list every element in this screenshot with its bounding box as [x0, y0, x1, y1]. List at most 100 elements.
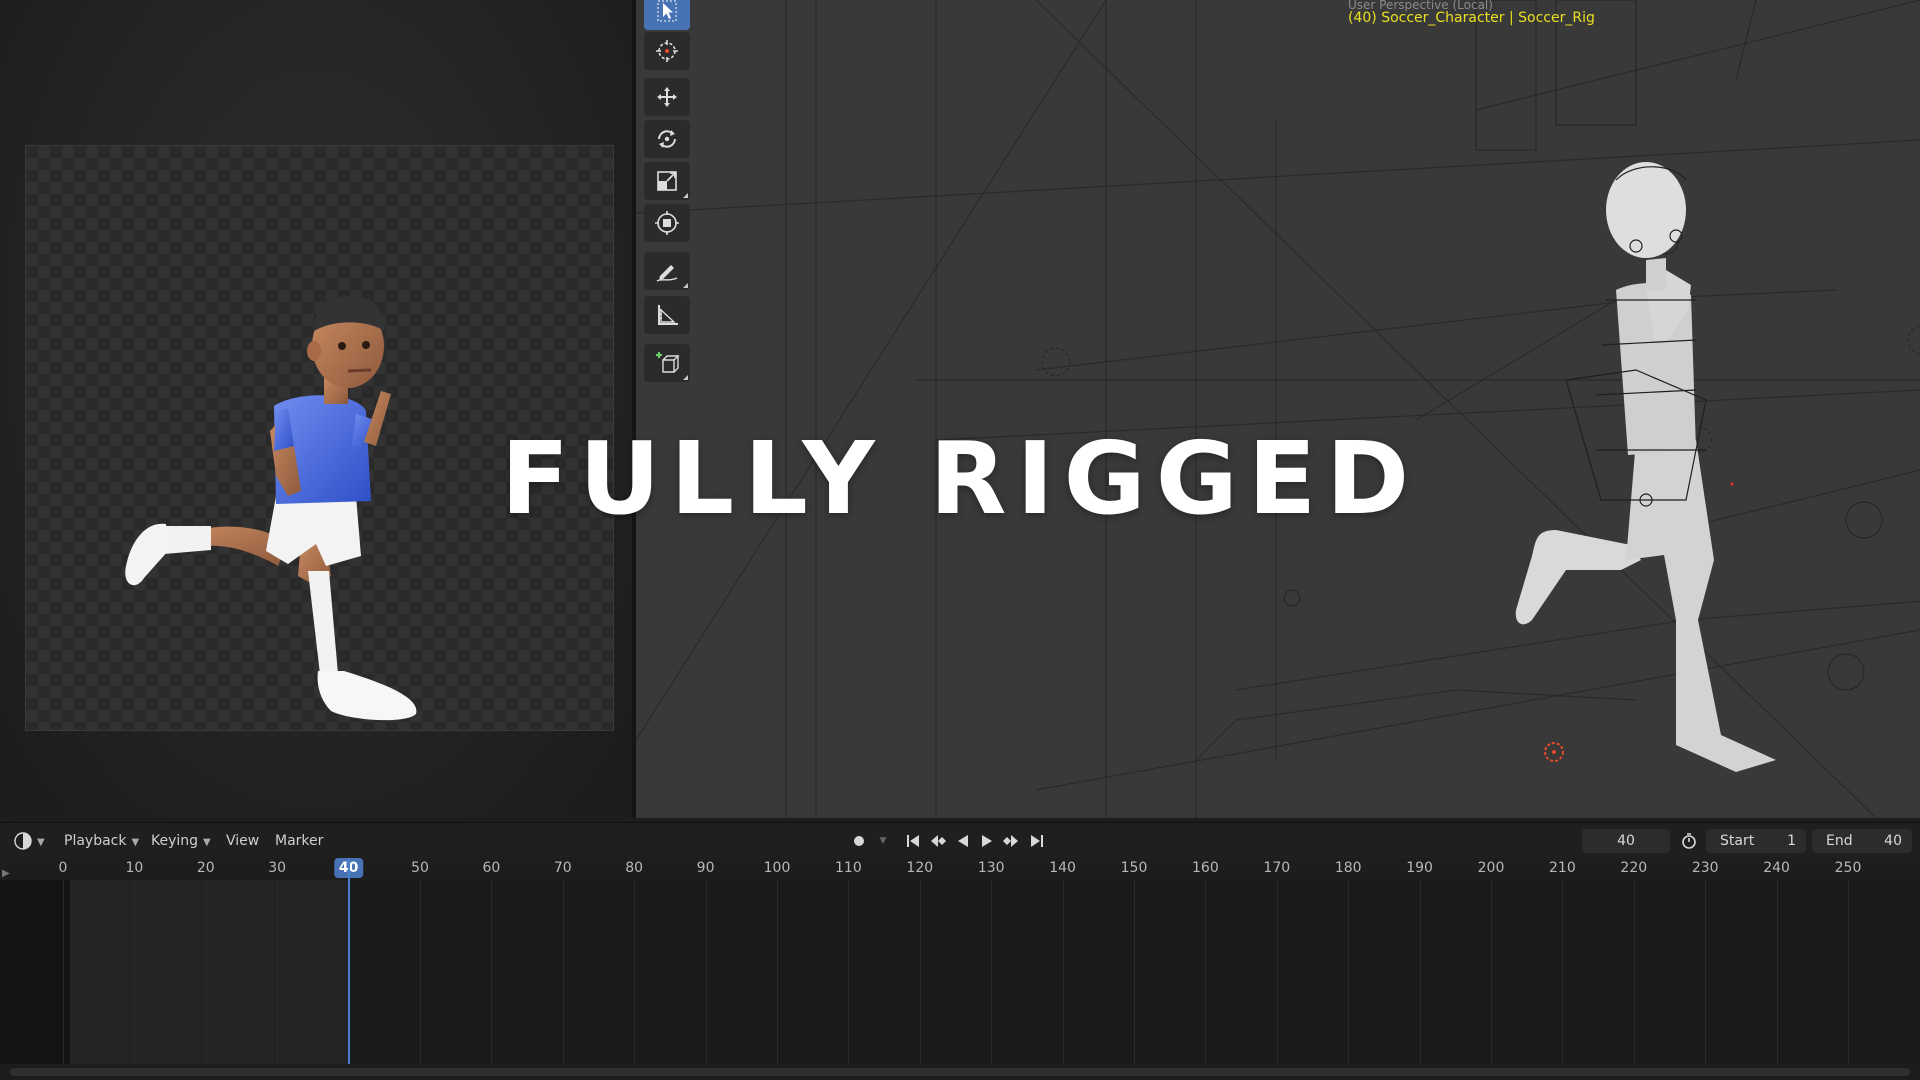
cursor-tool[interactable] — [644, 32, 690, 70]
current-frame-field[interactable]: 40 — [1582, 829, 1670, 853]
end-frame-value: 40 — [1884, 833, 1902, 849]
timeline-grid-line — [205, 880, 207, 1064]
3d-viewport[interactable]: User Perspective (Local) (40) Soccer_Cha… — [636, 0, 1920, 818]
frame-tick-label: 250 — [1834, 860, 1862, 876]
playhead[interactable] — [347, 858, 350, 1080]
timeline-grid-line — [1705, 880, 1707, 1064]
frame-tick-label: 80 — [625, 860, 644, 876]
editor-type-menu[interactable]: ▼ — [14, 823, 45, 859]
frame-tick-label: 90 — [696, 860, 715, 876]
start-frame-value: 1 — [1787, 833, 1796, 849]
jump-to-prev-keyframe-button[interactable] — [927, 832, 949, 850]
timeline-grid-line — [1848, 880, 1849, 1064]
out-of-range-shade — [0, 880, 71, 1064]
add-cube-icon — [656, 352, 680, 373]
scale-tool[interactable] — [644, 162, 690, 200]
timeline-grid-line — [1776, 880, 1778, 1064]
record-icon — [854, 836, 864, 846]
scrollbar-thumb[interactable] — [10, 1068, 1910, 1076]
timeline-header: ▼ Playback ▼ Keying ▼ View Marker ▼ 40 S… — [0, 822, 1920, 859]
timeline-grid-line — [1491, 880, 1492, 1064]
frame-tick-label: 60 — [482, 860, 501, 876]
wireframe-rig-scene — [636, 0, 1920, 818]
frame-tick-label: 240 — [1763, 860, 1790, 876]
chevron-down-icon: ▼ — [203, 837, 211, 848]
frame-tick-label: 170 — [1263, 860, 1291, 876]
frame-tick-label: 20 — [196, 860, 215, 876]
viewport-view-name: User Perspective (Local) — [1348, 0, 1493, 12]
timeline-grid-line — [991, 880, 993, 1064]
stopwatch-icon — [1682, 833, 1696, 849]
play-button[interactable] — [976, 832, 998, 850]
chevron-down-icon: ▼ — [37, 837, 45, 848]
timeline-grid-line — [1205, 880, 1207, 1064]
frame-tick-label: 0 — [58, 860, 68, 876]
jump-to-next-keyframe-button[interactable] — [1000, 832, 1022, 850]
timeline-keyframe-area[interactable] — [0, 880, 1920, 1064]
timeline-grid-line — [562, 880, 564, 1064]
frame-ruler[interactable]: 0102030405060708090100110120130140150160… — [0, 858, 1920, 880]
select-box-tool[interactable] — [644, 0, 690, 30]
jump-to-end-button[interactable] — [1026, 832, 1048, 850]
frame-tick-label: 220 — [1620, 860, 1648, 876]
menu-marker[interactable]: Marker — [275, 823, 323, 859]
menu-view-label: View — [226, 833, 260, 849]
timeline-grid-line — [1562, 880, 1564, 1064]
jump-to-start-icon — [907, 835, 919, 847]
play-reverse-icon — [958, 835, 968, 847]
frame-tick-label: 50 — [411, 860, 429, 876]
jump-to-start-button[interactable] — [902, 832, 924, 850]
ruler-measure-icon — [658, 305, 678, 325]
end-frame-label: End — [1826, 833, 1853, 849]
current-frame-value: 40 — [1617, 833, 1635, 849]
frame-tick-label: 180 — [1334, 860, 1362, 876]
render-preview-panel — [0, 0, 632, 818]
play-icon — [982, 835, 992, 847]
rotate-icon — [658, 130, 676, 148]
3d-cursor-icon — [656, 40, 678, 62]
transform-icon — [655, 211, 679, 235]
chevron-left-icon: ▶ — [2, 868, 10, 879]
jump-to-keyframe-prev-icon — [931, 835, 946, 847]
frame-tick-label: 210 — [1549, 860, 1576, 876]
timeline-grid-line — [134, 880, 136, 1064]
select-cursor-icon — [657, 0, 677, 22]
viewport-active-object: (40) Soccer_Character | Soccer_Rig — [1348, 10, 1595, 26]
menu-playback[interactable]: Playback ▼ — [64, 823, 139, 859]
rotate-tool[interactable] — [644, 120, 690, 158]
start-frame-label: Start — [1720, 833, 1755, 849]
frame-tick-label: 130 — [977, 860, 1005, 876]
menu-keying[interactable]: Keying ▼ — [151, 823, 211, 859]
keying-options-dropdown[interactable]: ▼ — [872, 832, 894, 850]
timeline-grid-line — [848, 880, 850, 1064]
start-frame-field[interactable]: Start 1 — [1706, 829, 1806, 853]
move-tool[interactable] — [644, 78, 690, 116]
frame-tick-label: 150 — [1120, 860, 1148, 876]
render-frame — [25, 145, 614, 731]
frame-tick-label: 140 — [1049, 860, 1076, 876]
timeline-grid-line — [1348, 880, 1350, 1064]
menu-view[interactable]: View — [226, 823, 259, 859]
auto-keying-button[interactable] — [848, 832, 870, 850]
jump-to-keyframe-next-icon — [1003, 835, 1018, 847]
timeline-grid-line — [705, 880, 707, 1064]
timeline-grid-line — [1419, 880, 1421, 1064]
frame-tick-label: 30 — [268, 860, 287, 876]
pencil-annotate-icon — [656, 265, 678, 282]
transform-tool[interactable] — [644, 204, 690, 242]
play-reverse-button[interactable] — [952, 832, 974, 850]
timeline-scrollbar[interactable] — [0, 1064, 1920, 1080]
chevron-down-icon: ▼ — [131, 837, 140, 848]
menu-marker-label: Marker — [275, 833, 324, 849]
timeline-grid-line — [420, 880, 421, 1064]
end-frame-field[interactable]: End 40 — [1812, 829, 1912, 853]
timeline-grid-line — [777, 880, 778, 1064]
timeline-grid-line — [1276, 880, 1278, 1064]
blender-window: User Perspective (Local) (40) Soccer_Cha… — [0, 0, 1920, 1080]
annotate-tool[interactable] — [644, 252, 690, 290]
measure-tool[interactable] — [644, 296, 690, 334]
add-cube-tool[interactable] — [644, 344, 690, 382]
frame-tick-label: 160 — [1192, 860, 1219, 876]
chevron-down-icon: ▼ — [879, 836, 887, 846]
use-preview-range-button[interactable] — [1678, 832, 1700, 850]
